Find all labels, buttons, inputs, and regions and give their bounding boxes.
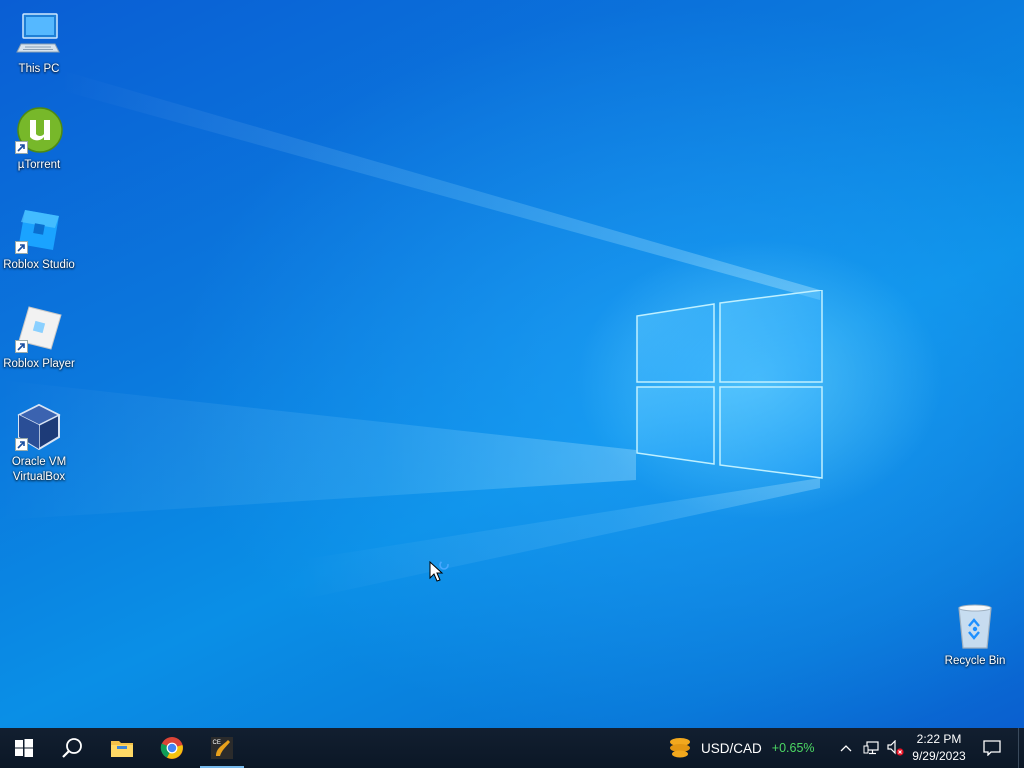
desktop-icon-label: Roblox Studio: [3, 259, 75, 271]
taskbar-file-explorer[interactable]: [98, 728, 146, 768]
clock-time: 2:22 PM: [916, 732, 962, 746]
desktop-icon-utorrent[interactable]: µTorrent: [0, 106, 78, 173]
show-desktop-button[interactable]: [1018, 728, 1024, 768]
utorrent-icon: [15, 106, 63, 154]
desktop-icon-recycle-bin[interactable]: Recycle Bin: [936, 602, 1014, 669]
chevron-up-icon: [840, 745, 852, 752]
currency-pair: USD/CAD: [701, 740, 762, 756]
desktop[interactable]: This PC µTorrent Roblox Studio Roblox Pl…: [0, 0, 1024, 728]
shortcut-arrow-icon: [15, 141, 28, 154]
mouse-cursor-busy-icon: [429, 561, 449, 582]
desktop-icon-label: Roblox Player: [3, 358, 75, 370]
desktop-icon-label: This PC: [18, 63, 60, 75]
desktop-icon-roblox-player[interactable]: Roblox Player: [0, 305, 78, 372]
clock[interactable]: 2:22 PM 9/29/2023: [906, 731, 972, 765]
desktop-icon-label: Oracle VM VirtualBox: [11, 456, 67, 483]
wallpaper-light-beams: [0, 70, 820, 600]
roblox-player-icon: [15, 305, 63, 353]
action-center-icon: [983, 740, 1001, 756]
file-explorer-icon: [111, 741, 133, 757]
clock-date: 9/29/2023: [912, 749, 966, 763]
currency-coins-icon: [670, 738, 690, 758]
desktop-icon-roblox-studio[interactable]: Roblox Studio: [0, 206, 78, 273]
desktop-icon-label: Recycle Bin: [944, 655, 1006, 667]
recycle-bin-icon: [951, 602, 999, 650]
taskbar: CE USD/CAD +0.65% 2:22 PM 9/29/2023: [0, 728, 1024, 768]
start-button[interactable]: [0, 728, 48, 768]
windows-wallpaper-logo: [636, 290, 823, 479]
shortcut-arrow-icon: [15, 438, 28, 451]
shortcut-arrow-icon: [15, 241, 28, 254]
taskbar-cheat-engine[interactable]: CE: [198, 728, 246, 768]
cheat-engine-icon: CE: [211, 737, 233, 759]
search-button[interactable]: [48, 728, 96, 768]
desktop-icon-this-pc[interactable]: This PC: [0, 10, 78, 77]
virtualbox-icon: [15, 403, 63, 451]
network-icon: [863, 741, 879, 755]
volume-tray-button[interactable]: [884, 728, 906, 768]
desktop-icon-virtualbox[interactable]: Oracle VM VirtualBox: [0, 403, 78, 485]
windows-start-icon: [15, 739, 33, 757]
currency-widget[interactable]: USD/CAD +0.65%: [668, 728, 815, 768]
chrome-icon: [160, 737, 183, 759]
network-tray-button[interactable]: [860, 728, 882, 768]
currency-change: +0.65%: [771, 741, 815, 755]
show-hidden-icons-button[interactable]: [836, 728, 856, 768]
svg-text:CE: CE: [213, 740, 221, 746]
roblox-studio-icon: [15, 206, 63, 254]
search-icon: [62, 738, 82, 758]
shortcut-arrow-icon: [15, 340, 28, 353]
action-center-button[interactable]: [972, 728, 1012, 768]
taskbar-chrome[interactable]: [148, 728, 196, 768]
volume-muted-icon: [887, 740, 904, 756]
this-pc-icon: [15, 10, 63, 58]
desktop-icon-label: µTorrent: [17, 159, 61, 171]
